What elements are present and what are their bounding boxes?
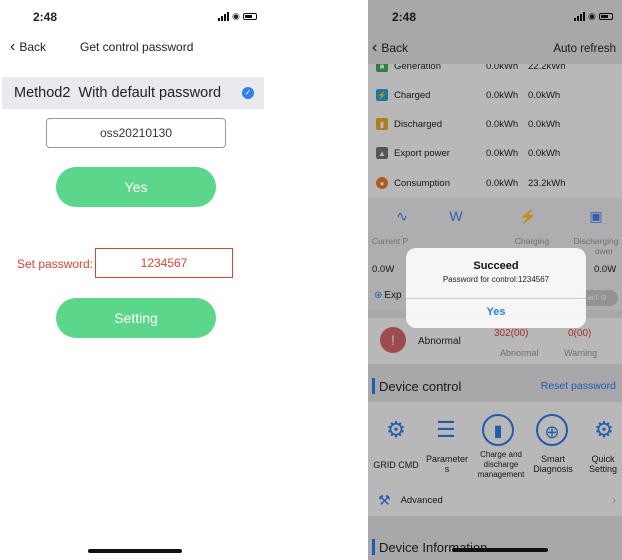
dialog-message: Password for control:1234567 xyxy=(442,275,550,284)
wifi-icon: ◉ xyxy=(232,11,240,21)
set-password-label: Set password: xyxy=(17,257,94,271)
back-button[interactable]: ‹ Back xyxy=(10,38,47,55)
checkmark-icon: ✓ xyxy=(242,87,254,99)
dialog-divider xyxy=(406,298,586,299)
home-indicator xyxy=(452,548,548,552)
home-indicator xyxy=(88,549,182,553)
dialog-title: Succeed xyxy=(473,260,519,272)
right-phone-screen: ■ Generation 0.0kWh 22.2kWh ⚡ Charged 0.… xyxy=(368,0,622,560)
back-label: Back xyxy=(19,40,47,54)
left-phone-screen: 2:48 ◉ ‹ Back Get control password Metho… xyxy=(0,0,264,560)
yes-button[interactable]: Yes xyxy=(56,167,216,207)
system-status-icons: ◉ xyxy=(218,12,257,21)
set-password-input[interactable]: 1234567 xyxy=(95,248,233,278)
dialog-yes-button[interactable]: Yes xyxy=(406,306,586,318)
page-title: Get control password xyxy=(80,40,194,54)
method-description: With default password xyxy=(78,85,222,101)
chevron-left-icon: ‹ xyxy=(10,38,16,55)
default-password-field[interactable]: oss20210130 xyxy=(46,118,226,148)
nav-bar: ‹ Back Get control password xyxy=(0,37,264,59)
setting-button[interactable]: Setting xyxy=(56,298,216,338)
method-option[interactable]: Method2 With default password ✓ xyxy=(2,77,264,109)
battery-icon xyxy=(242,13,257,20)
signal-icon xyxy=(218,12,229,21)
method-label: Method2 xyxy=(14,85,71,101)
status-time: 2:48 xyxy=(33,10,58,24)
screenshot: 2:48 ◉ ‹ Back Get control password Metho… xyxy=(0,0,622,560)
success-dialog: Succeed Password for control:1234567 Yes xyxy=(406,248,586,328)
